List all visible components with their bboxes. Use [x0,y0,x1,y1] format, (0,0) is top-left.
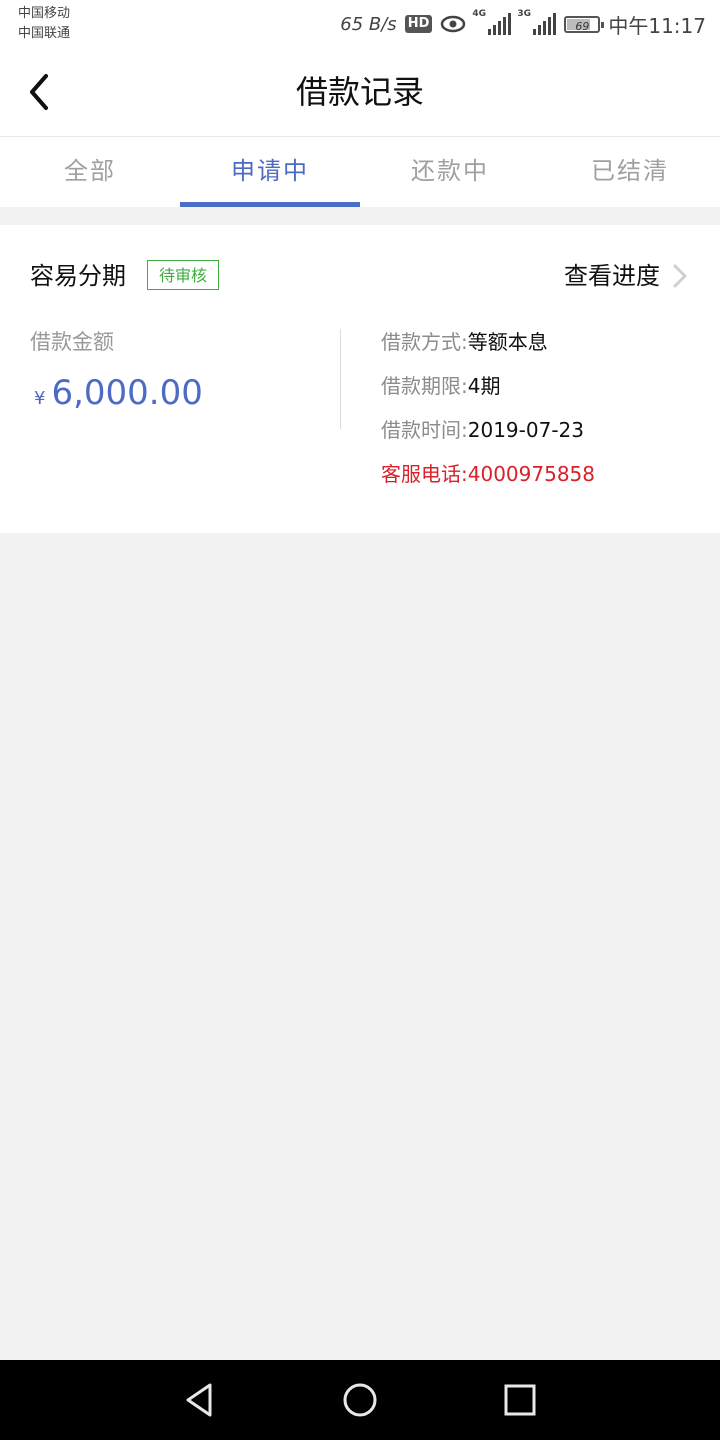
status-icons: 65 B/s HD 4G 3G 69 中午11:17 [340,9,706,38]
signal-4g-label: 4G [472,9,487,19]
loan-term-row: 借款期限:4期 [381,371,595,415]
signal-3g-label: 3G [517,9,532,19]
square-recents-icon [504,1384,536,1416]
amount-label: 借款金额 [30,330,114,354]
app-header: 借款记录 [0,48,720,137]
hotline-number[interactable]: 4000975858 [468,462,595,486]
loan-term-value: 4期 [467,374,501,398]
tab-applying[interactable]: 申请中 [180,137,360,207]
tab-repaying[interactable]: 还款中 [360,137,540,207]
loan-details: 借款方式:等额本息 借款期限:4期 借款时间:2019-07-23 客服电话:4… [381,327,595,503]
vertical-divider [340,329,341,429]
loan-date-row: 借款时间:2019-07-23 [381,415,595,459]
carrier-2: 中国联通 [18,26,71,41]
nav-recents-button[interactable] [500,1380,540,1420]
signal-4g-icon: 4G [472,9,512,35]
tab-settled[interactable]: 已结清 [540,137,720,207]
signal-3g-icon: 3G [517,9,557,35]
amount-value: 6,000.00 [51,373,203,413]
tab-all[interactable]: 全部 [0,137,180,207]
loan-record-card[interactable]: 容易分期 待审核 查看进度 借款金额 ¥ 6,000.00 借款方式:等额本息 … [0,225,720,533]
page-title: 借款记录 [295,73,424,111]
nav-home-button[interactable] [340,1380,380,1420]
net-speed: 65 B/s [340,13,397,35]
loan-date-label: 借款时间: [381,418,468,442]
repayment-method-row: 借款方式:等额本息 [381,327,595,371]
loan-date-value: 2019-07-23 [467,418,584,442]
battery-icon: 69 [564,15,605,33]
hd-icon: HD [404,15,433,33]
currency-symbol: ¥ [34,388,46,409]
repayment-method-label: 借款方式: [381,330,468,354]
system-nav-bar [0,1360,720,1440]
nav-back-button[interactable] [180,1380,220,1420]
status-badge: 待审核 [147,260,220,290]
product-name: 容易分期 [30,262,126,290]
clock: 中午11:17 [608,13,706,38]
hotline-label: 客服电话: [381,462,468,486]
filter-tabs: 全部 申请中 还款中 已结清 [0,137,720,207]
carrier-1: 中国移动 [18,6,71,21]
carrier-info: 中国移动 中国联通 [18,4,70,44]
chevron-right-icon [673,264,687,288]
triangle-back-icon [186,1383,212,1417]
view-progress-label: 查看进度 [564,262,660,290]
view-progress-link[interactable]: 查看进度 [564,261,688,291]
loan-amount: ¥ 6,000.00 [34,373,203,413]
circle-home-icon [343,1383,377,1417]
battery-level: 69 [575,19,590,33]
status-bar: 中国移动 中国联通 65 B/s HD 4G 3G 69 中午11:17 [0,0,720,48]
repayment-method-value: 等额本息 [467,330,548,354]
loan-term-label: 借款期限: [381,374,468,398]
hotline-row[interactable]: 客服电话:4000975858 [381,459,595,503]
eye-icon [441,15,466,33]
